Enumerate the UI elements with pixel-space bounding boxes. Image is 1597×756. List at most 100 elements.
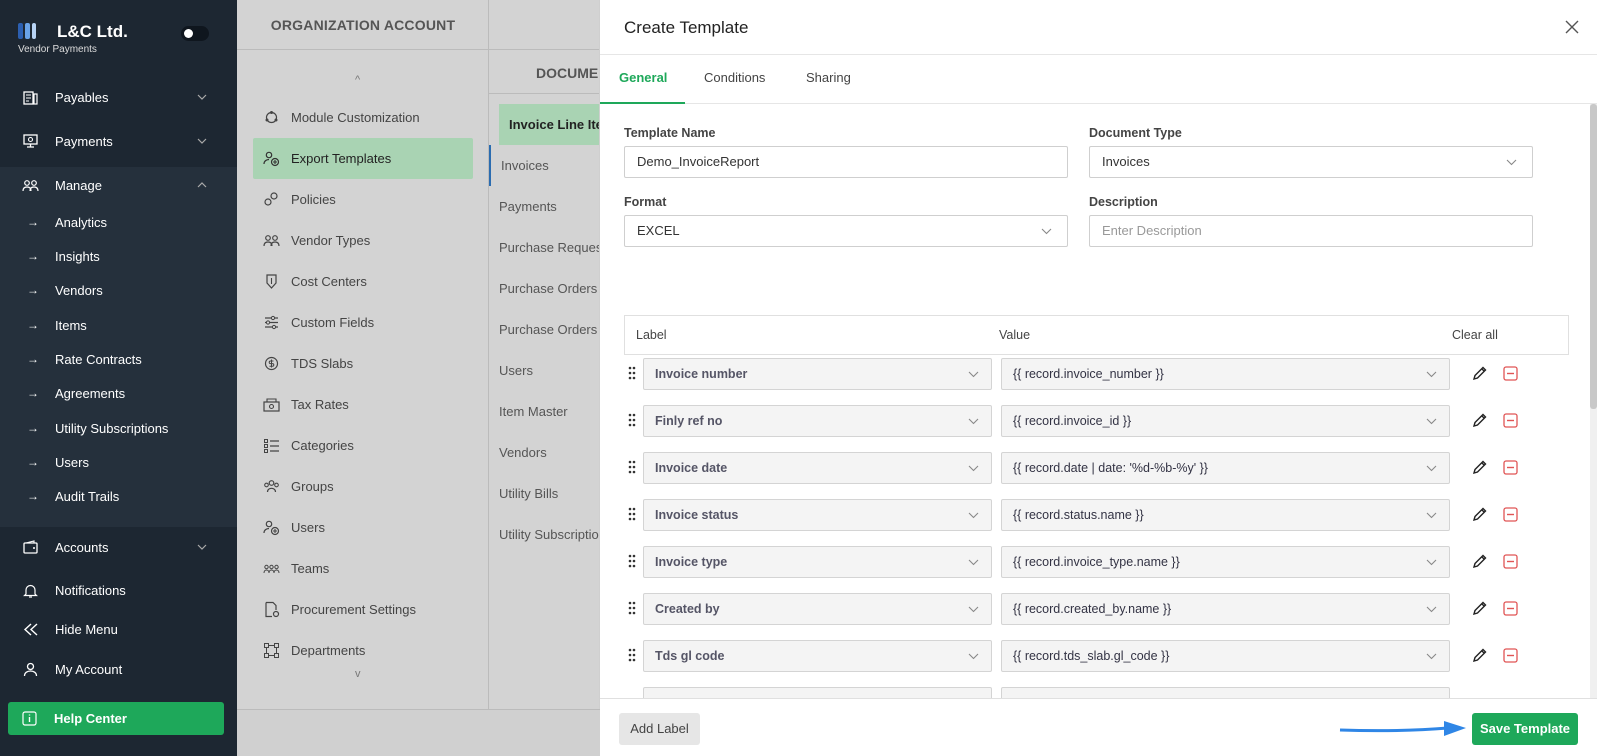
sidebar-item-accounts[interactable]: Accounts (0, 531, 237, 563)
doc-item-purchase-orders[interactable]: Purchase Orders (489, 268, 599, 309)
row-label-select[interactable]: Tds gl code (643, 640, 992, 672)
row-label-select[interactable]: Created by (643, 593, 992, 625)
sidebar-item-payments[interactable]: Payments (0, 125, 237, 157)
modal-scrollbar[interactable] (1590, 104, 1597, 698)
row-value-select[interactable]: {{ record.invoice_number }} (1001, 358, 1450, 390)
row-label-select[interactable]: Finly ref no (643, 405, 992, 437)
doc-item-users[interactable]: Users (489, 350, 599, 391)
scroll-up-icon[interactable]: ^ (355, 74, 360, 86)
sidebar-sub-users[interactable]: → Users (0, 448, 237, 478)
org-item-tax-rates[interactable]: Tax Rates (253, 384, 473, 425)
template-name-input[interactable]: Demo_InvoiceReport (624, 146, 1068, 178)
description-input[interactable]: Enter Description (1089, 215, 1533, 247)
org-item-export-templates[interactable]: Export Templates (253, 138, 473, 179)
remove-icon[interactable] (1503, 601, 1518, 616)
doc-item-item-master[interactable]: Item Master (489, 391, 599, 432)
pencil-icon[interactable] (1471, 459, 1488, 476)
puzzle-icon (265, 111, 278, 124)
scroll-down-icon[interactable]: v (355, 668, 361, 680)
doc-item-utility-subscriptions[interactable]: Utility Subscriptions (489, 514, 599, 555)
doc-item-purchase-orders-2[interactable]: Purchase Orders (489, 309, 599, 350)
row-value-select[interactable]: {{ record.invoice_id }} (1001, 405, 1450, 437)
sidebar-sub-insights[interactable]: → Insights (0, 242, 237, 272)
row-value-select[interactable] (1001, 687, 1450, 698)
drag-handle-icon[interactable] (627, 647, 637, 663)
sidebar-item-my-account[interactable]: My Account (0, 653, 237, 685)
close-icon[interactable] (1565, 20, 1579, 34)
drag-handle-icon[interactable] (627, 506, 637, 522)
row-label-select[interactable]: Invoice date (643, 452, 992, 484)
remove-icon[interactable] (1503, 554, 1518, 569)
format-select[interactable]: EXCEL (624, 215, 1068, 247)
pencil-icon[interactable] (1471, 647, 1488, 664)
drag-handle-icon[interactable] (627, 600, 637, 616)
doc-item-vendors[interactable]: Vendors (489, 432, 599, 473)
row-label-select[interactable]: Invoice type (643, 546, 992, 578)
org-item-policies[interactable]: Policies (253, 179, 473, 220)
org-item-module-customization[interactable]: Module Customization (253, 97, 473, 138)
add-label-button[interactable]: Add Label (619, 713, 700, 745)
org-item-tds-slabs[interactable]: TDS Slabs (253, 343, 473, 384)
tab-sharing[interactable]: Sharing (806, 70, 851, 85)
remove-icon[interactable] (1503, 413, 1518, 428)
row-value-select[interactable]: {{ record.invoice_type.name }} (1001, 546, 1450, 578)
pencil-icon[interactable] (1471, 365, 1488, 382)
doc-item-purchase-requests[interactable]: Purchase Requests (489, 227, 599, 268)
remove-icon[interactable] (1503, 507, 1518, 522)
sidebar-sub-utility-subscriptions[interactable]: → Utility Subscriptions (0, 414, 237, 444)
sidebar-item-hide-menu[interactable]: Hide Menu (0, 613, 237, 645)
row-label-select[interactable] (643, 687, 992, 698)
org-item-cost-centers[interactable]: Cost Centers (253, 261, 473, 302)
pencil-icon[interactable] (1471, 600, 1488, 617)
org-item-categories[interactable]: Categories (253, 425, 473, 466)
dollar-circle-icon (264, 356, 279, 371)
document-type-select[interactable]: Invoices (1089, 146, 1533, 178)
remove-icon[interactable] (1503, 648, 1518, 663)
sidebar-sub-analytics[interactable]: → Analytics (0, 208, 237, 238)
org-item-departments[interactable]: Departments (253, 630, 473, 671)
org-item-users[interactable]: Users (253, 507, 473, 548)
doc-item-invoice-line-items[interactable]: Invoice Line Items (499, 104, 599, 145)
tab-general[interactable]: General (619, 70, 667, 85)
row-label-select[interactable]: Invoice status (643, 499, 992, 531)
row-value-select[interactable]: {{ record.date | date: '%d-%b-%y' }} (1001, 452, 1450, 484)
drag-handle-icon[interactable] (627, 459, 637, 475)
sidebar-item-manage[interactable]: Manage (0, 169, 237, 201)
drag-handle-icon[interactable] (627, 553, 637, 569)
tab-conditions[interactable]: Conditions (704, 70, 765, 85)
doc-item-invoices[interactable]: Invoices (489, 145, 599, 186)
org-item-groups[interactable]: Groups (253, 466, 473, 507)
row-label-text: Created by (655, 602, 720, 616)
pencil-icon[interactable] (1471, 553, 1488, 570)
org-item-custom-fields[interactable]: Custom Fields (253, 302, 473, 343)
org-item-vendor-types[interactable]: Vendor Types (253, 220, 473, 261)
sidebar-item-label: Accounts (55, 539, 109, 555)
sidebar-sub-rate-contracts[interactable]: → Rate Contracts (0, 345, 237, 375)
sidebar-sub-audit-trails[interactable]: → Audit Trails (0, 482, 237, 512)
sidebar-sub-vendors[interactable]: → Vendors (0, 276, 237, 306)
org-item-teams[interactable]: Teams (253, 548, 473, 589)
remove-icon[interactable] (1503, 366, 1518, 381)
doc-item-utility-bills[interactable]: Utility Bills (489, 473, 599, 514)
org-item-label: Users (291, 520, 325, 535)
sidebar-item-notifications[interactable]: Notifications (0, 574, 237, 606)
doc-item-payments[interactable]: Payments (489, 186, 599, 227)
org-item-procurement-settings[interactable]: Procurement Settings (253, 589, 473, 630)
theme-toggle[interactable] (181, 26, 209, 41)
row-label-select[interactable]: Invoice number (643, 358, 992, 390)
help-center-button[interactable]: Help Center (8, 702, 224, 735)
scrollbar-thumb[interactable] (1590, 104, 1597, 409)
sidebar-item-payables[interactable]: Payables (0, 81, 237, 113)
row-value-select[interactable]: {{ record.tds_slab.gl_code }} (1001, 640, 1450, 672)
save-template-button[interactable]: Save Template (1472, 713, 1578, 745)
row-value-select[interactable]: {{ record.created_by.name }} (1001, 593, 1450, 625)
drag-handle-icon[interactable] (627, 412, 637, 428)
pencil-icon[interactable] (1471, 506, 1488, 523)
sidebar-sub-items[interactable]: → Items (0, 311, 237, 341)
remove-icon[interactable] (1503, 460, 1518, 475)
row-value-select[interactable]: {{ record.status.name }} (1001, 499, 1450, 531)
drag-handle-icon[interactable] (627, 365, 637, 381)
sidebar-sub-agreements[interactable]: → Agreements (0, 379, 237, 409)
pencil-icon[interactable] (1471, 412, 1488, 429)
clear-all-button[interactable]: Clear all (1452, 328, 1498, 342)
